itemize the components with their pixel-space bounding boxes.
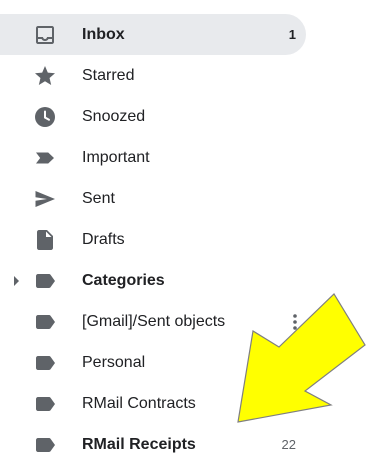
expand-arrow-icon[interactable] (14, 276, 19, 286)
folder-nav: Inbox 1 Starred Snoozed Important Sent D… (0, 14, 369, 465)
label-icon (33, 310, 57, 334)
nav-item-personal[interactable]: Personal (0, 342, 369, 383)
nav-item-label: RMail Receipts (82, 436, 196, 453)
nav-item-label: Inbox (82, 26, 125, 43)
nav-item-inbox[interactable]: Inbox 1 (0, 14, 369, 55)
nav-item-label: Personal (82, 354, 146, 371)
draft-icon (33, 228, 57, 252)
clock-icon (33, 105, 57, 129)
nav-item-categories[interactable]: Categories (0, 260, 369, 301)
nav-item-gmail-sent-objects[interactable]: [Gmail]/Sent objects (0, 301, 369, 342)
unread-count: 22 (281, 437, 296, 452)
nav-item-label: Categories (82, 272, 165, 289)
star-icon (33, 64, 57, 88)
nav-item-rmail-contracts[interactable]: RMail Contracts (0, 383, 369, 424)
nav-item-label: [Gmail]/Sent objects (82, 313, 226, 330)
more-options-icon[interactable] (283, 310, 307, 334)
important-icon (33, 146, 57, 170)
nav-item-important[interactable]: Important (0, 137, 369, 178)
nav-item-label: Sent (82, 190, 115, 207)
nav-item-starred[interactable]: Starred (0, 55, 369, 96)
nav-item-drafts[interactable]: Drafts (0, 219, 369, 260)
nav-item-label: Drafts (82, 231, 125, 248)
unread-count: 1 (288, 27, 296, 42)
label-icon (33, 433, 57, 457)
label-icon (33, 392, 57, 416)
nav-item-sent[interactable]: Sent (0, 178, 369, 219)
nav-item-label: Starred (82, 67, 135, 84)
inbox-icon (33, 23, 57, 47)
label-icon (33, 351, 57, 375)
nav-item-label: Important (82, 149, 150, 166)
nav-item-rmail-receipts[interactable]: RMail Receipts 22 (0, 424, 369, 465)
send-icon (33, 187, 57, 211)
nav-item-snoozed[interactable]: Snoozed (0, 96, 369, 137)
nav-item-label: Snoozed (82, 108, 146, 125)
nav-item-label: RMail Contracts (82, 395, 196, 412)
label-icon (33, 269, 57, 293)
